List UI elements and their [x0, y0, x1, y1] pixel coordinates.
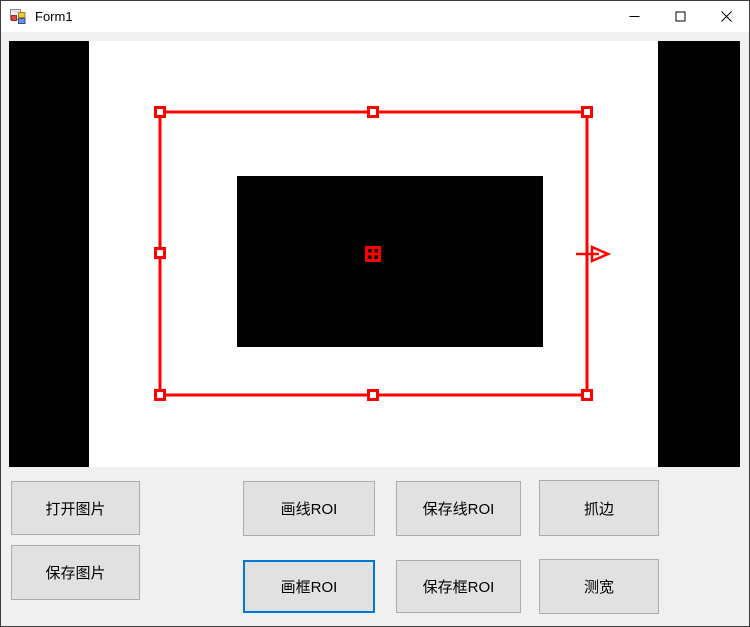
picture-box[interactable] — [9, 41, 740, 467]
titlebar: Form1 — [1, 1, 749, 32]
save-rect-roi-button[interactable]: 保存框ROI — [396, 560, 521, 613]
grab-edge-button[interactable]: 抓边 — [539, 480, 659, 536]
roi-handle[interactable] — [156, 249, 165, 258]
form-window: Form1 打开图片 保存图片 画线ROI — [0, 0, 750, 627]
roi-handle[interactable] — [369, 108, 378, 117]
draw-line-roi-button[interactable]: 画线ROI — [243, 481, 375, 536]
save-image-button[interactable]: 保存图片 — [11, 545, 140, 600]
app-icon — [10, 9, 26, 25]
minimize-button[interactable] — [611, 1, 657, 32]
image-black-region — [237, 176, 543, 347]
measure-width-button[interactable]: 测宽 — [539, 559, 659, 614]
minimize-icon — [629, 11, 640, 22]
window-title: Form1 — [35, 9, 73, 24]
save-line-roi-button[interactable]: 保存线ROI — [396, 481, 521, 536]
picture-canvas[interactable] — [9, 41, 740, 467]
caption-buttons — [611, 1, 749, 32]
roi-handle[interactable] — [583, 108, 592, 117]
roi-handle[interactable] — [369, 391, 378, 400]
close-icon — [721, 11, 732, 22]
open-image-button[interactable]: 打开图片 — [11, 481, 140, 535]
roi-handle[interactable] — [583, 391, 592, 400]
roi-handle[interactable] — [156, 391, 165, 400]
maximize-icon — [675, 11, 686, 22]
maximize-button[interactable] — [657, 1, 703, 32]
close-button[interactable] — [703, 1, 749, 32]
roi-handle[interactable] — [156, 108, 165, 117]
draw-rect-roi-button[interactable]: 画框ROI — [243, 560, 375, 613]
image-black-region — [658, 41, 740, 467]
image-black-region — [9, 41, 89, 467]
